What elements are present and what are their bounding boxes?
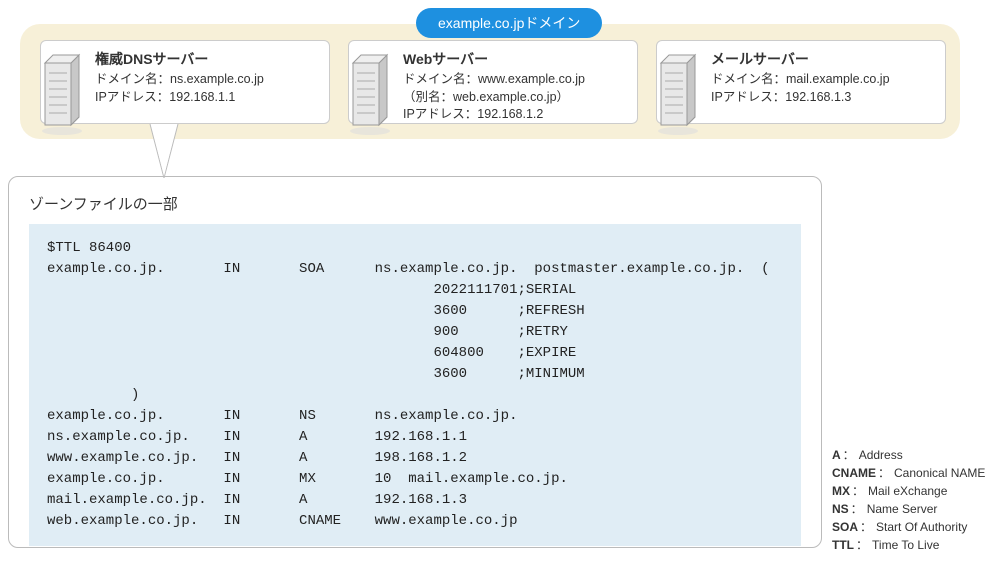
server-icon xyxy=(37,51,87,137)
legend-sep: ： xyxy=(851,500,863,518)
server-web: Webサーバー ドメイン名：www.example.co.jp （別名：web.… xyxy=(348,40,638,124)
server-mail: メールサーバー ドメイン名：mail.example.co.jp IPアドレス：… xyxy=(656,40,946,124)
legend-val: Mail eXchange xyxy=(868,482,947,500)
legend-key: TTL xyxy=(832,536,854,554)
legend-row: MX：Mail eXchange xyxy=(832,482,992,500)
server-domain: ドメイン名：www.example.co.jp xyxy=(403,71,627,89)
legend-key: CNAME xyxy=(832,464,876,482)
legend-key: A xyxy=(832,446,841,464)
legend-val: Time To Live xyxy=(872,536,939,554)
legend-sep: ： xyxy=(860,518,872,536)
server-dns: 権威DNSサーバー ドメイン名：ns.example.co.jp IPアドレス：… xyxy=(40,40,330,124)
legend-sep: ： xyxy=(878,464,890,482)
zone-file-code: $TTL 86400 example.co.jp. IN SOA ns.exam… xyxy=(29,224,801,546)
legend-row: A：Address xyxy=(832,446,992,464)
zone-file-panel: ゾーンファイルの一部 $TTL 86400 example.co.jp. IN … xyxy=(8,176,822,548)
legend-key: MX xyxy=(832,482,850,500)
legend-sep: ： xyxy=(856,536,868,554)
server-domain: ドメイン名：mail.example.co.jp xyxy=(711,71,935,89)
server-ip: IPアドレス：192.168.1.2 xyxy=(403,106,627,124)
record-legend: A：AddressCNAME：Canonical NAMEMX：Mail eXc… xyxy=(832,446,992,554)
server-ip: IPアドレス：192.168.1.3 xyxy=(711,89,935,107)
server-ip: IPアドレス：192.168.1.1 xyxy=(95,89,319,107)
callout-pointer xyxy=(146,124,182,178)
legend-val: Name Server xyxy=(867,500,938,518)
server-alias: （別名：web.example.co.jp） xyxy=(403,89,627,107)
zone-file-title: ゾーンファイルの一部 xyxy=(29,193,801,214)
legend-val: Start Of Authority xyxy=(876,518,967,536)
server-domain: ドメイン名：ns.example.co.jp xyxy=(95,71,319,89)
legend-row: TTL：Time To Live xyxy=(832,536,992,554)
server-icon xyxy=(345,51,395,137)
server-title: Webサーバー xyxy=(403,49,627,69)
legend-sep: ： xyxy=(852,482,864,500)
legend-row: SOA：Start Of Authority xyxy=(832,518,992,536)
legend-row: NS：Name Server xyxy=(832,500,992,518)
server-title: メールサーバー xyxy=(711,49,935,69)
legend-row: CNAME：Canonical NAME xyxy=(832,464,992,482)
legend-key: SOA xyxy=(832,518,858,536)
legend-val: Address xyxy=(859,446,903,464)
server-icon xyxy=(653,51,703,137)
server-title: 権威DNSサーバー xyxy=(95,49,319,69)
domain-badge: example.co.jpドメイン xyxy=(416,8,602,38)
legend-sep: ： xyxy=(843,446,855,464)
legend-key: NS xyxy=(832,500,849,518)
legend-val: Canonical NAME xyxy=(894,464,985,482)
